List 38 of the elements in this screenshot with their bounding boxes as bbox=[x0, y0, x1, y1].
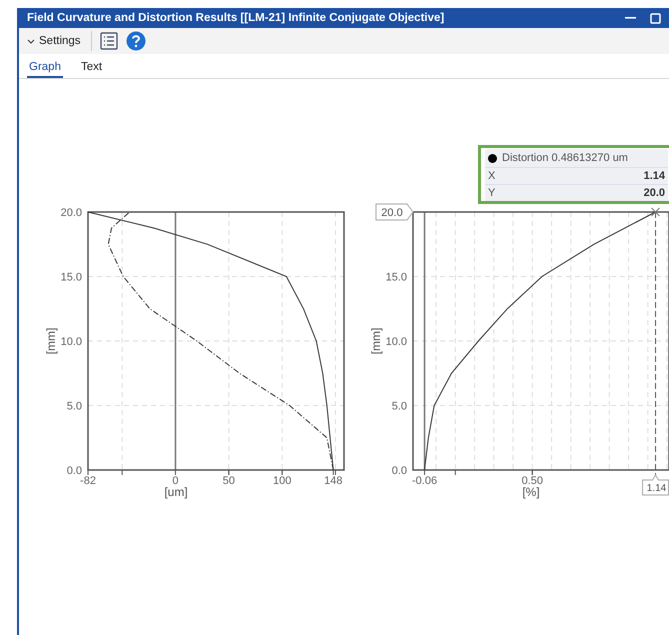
maximize-icon[interactable] bbox=[650, 12, 661, 24]
series-dot-icon bbox=[488, 154, 497, 162]
tick-label: 50 bbox=[222, 475, 235, 487]
tick-label: 0.50 bbox=[522, 475, 544, 487]
tooltip-label: X bbox=[488, 170, 496, 182]
axis-title: [mm] bbox=[369, 328, 383, 354]
chevron-down-icon bbox=[27, 38, 35, 44]
minimize-icon[interactable] bbox=[625, 17, 636, 19]
cursor-y-label: 20.0 bbox=[376, 204, 414, 220]
tooltip-label: Y bbox=[488, 187, 496, 199]
settings-button[interactable]: Settings bbox=[25, 35, 83, 47]
tab[interactable]: Graph bbox=[27, 61, 63, 78]
tick-label: 10.0 bbox=[386, 336, 407, 348]
tick-label: 0.0 bbox=[66, 465, 82, 477]
axis-title: [um] bbox=[164, 485, 188, 499]
help-icon[interactable] bbox=[126, 31, 146, 51]
tooltip-value: 1.14 bbox=[644, 170, 665, 182]
tick-label: 0 bbox=[172, 475, 179, 487]
tick-label: 5.0 bbox=[392, 400, 407, 412]
cursor-x-label: 1.14 bbox=[642, 474, 669, 496]
tick-label: -0.06 bbox=[412, 475, 438, 487]
tick-label: 15.0 bbox=[60, 272, 82, 284]
axis-title: [mm] bbox=[44, 328, 58, 354]
tick-label: 5.0 bbox=[66, 400, 82, 412]
tooltip-value: 20.0 bbox=[644, 187, 665, 199]
list-icon[interactable] bbox=[100, 32, 118, 50]
tick-label: 100 bbox=[272, 475, 292, 487]
tick-label: 148 bbox=[324, 475, 343, 487]
axis-title: [%] bbox=[522, 485, 540, 499]
tick-label: 20.0 bbox=[60, 207, 82, 219]
tick-label: 0.0 bbox=[392, 465, 407, 477]
tab[interactable]: Text bbox=[78, 61, 104, 78]
tick-label: -82 bbox=[80, 475, 96, 487]
window-title: Field Curvature and Distortion Results [[LM-21] Infinite Conjugate Objective] bbox=[27, 12, 446, 24]
tooltip-title: Distortion 0.48613270 um bbox=[502, 152, 628, 164]
cursor-marker-icon bbox=[651, 208, 660, 216]
tick-label: 10.0 bbox=[60, 336, 82, 348]
tick-label: 15.0 bbox=[386, 272, 407, 284]
